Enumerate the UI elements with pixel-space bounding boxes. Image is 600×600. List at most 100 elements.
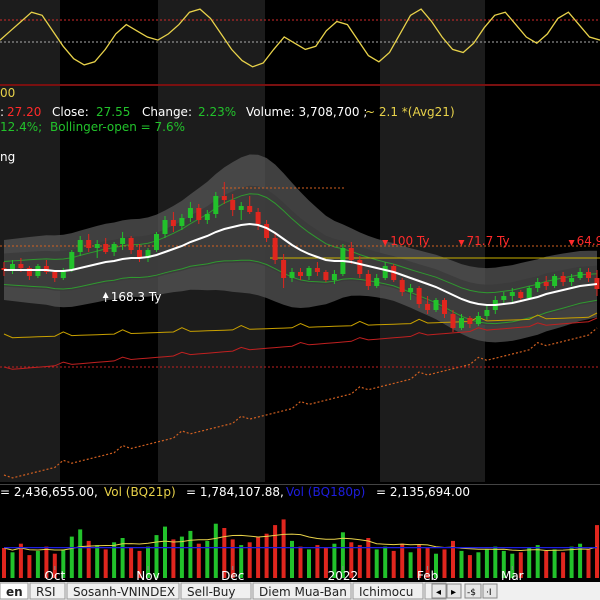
volume-bar [459, 550, 464, 578]
scroll-left-arrow-glyph: ◂ [436, 587, 441, 598]
panel-separator [0, 84, 600, 86]
candle-body [187, 208, 193, 218]
volume-bar [78, 529, 83, 578]
volume-bar [273, 525, 278, 578]
annotation-label-a1: 168.3 Ty [111, 290, 162, 304]
candle-body [535, 282, 541, 288]
candle-body [569, 278, 575, 282]
x-tick-label: Oct [44, 569, 65, 583]
candle-body [128, 238, 134, 250]
volume-bar [442, 549, 447, 578]
candle-body [162, 220, 168, 234]
candle-body [230, 200, 236, 210]
tab-label: Diem Mua-Ban [259, 585, 347, 599]
volume-bar [391, 550, 396, 578]
tab-label: Sell-Buy [187, 585, 236, 599]
candle-body [586, 272, 591, 278]
candle-body [560, 276, 566, 282]
volume-bar [103, 549, 108, 578]
candle-body [264, 224, 270, 238]
candle-body [18, 264, 24, 268]
volume-bar [561, 552, 566, 578]
volume-bar [569, 546, 574, 578]
stock-chart: 00 : 27.20 Close: 27.55 Change: 2.23% Vo… [0, 0, 600, 600]
candle-body [255, 212, 261, 224]
volume-bar [383, 546, 388, 578]
candle-body [475, 316, 481, 324]
candle-body [484, 310, 490, 316]
annotation-label-a2: 100 Ty [390, 234, 429, 248]
volume-bar [35, 550, 40, 578]
dollar-minus-glyph: -$ [467, 588, 476, 598]
volume-bar [366, 538, 371, 578]
volume-bar [484, 549, 489, 578]
candle-body [331, 274, 337, 280]
candle-body [213, 196, 219, 214]
volume-bar [10, 552, 15, 578]
volume-bar [357, 545, 362, 578]
candle-body [348, 248, 354, 260]
candle-body [298, 272, 303, 276]
candle-body [52, 272, 58, 278]
low-value: 27.20 [7, 105, 41, 119]
candle-body [501, 296, 507, 300]
volume-bar [544, 550, 549, 578]
candle-body [543, 282, 549, 286]
volume-bar [586, 549, 591, 578]
candle-body [365, 274, 371, 286]
price-panel: 168.3 Ty 100 Ty 71.7 Ty 64.9 Ty [0, 154, 600, 479]
candle-body [577, 272, 583, 278]
vol-bq21-value: = 1,784,107.88, [186, 485, 284, 499]
candle-body [120, 238, 126, 244]
volume-bar [69, 536, 74, 578]
candle-body [552, 276, 558, 286]
candle-body [416, 288, 422, 304]
candle-body [306, 268, 312, 276]
volume-bar [307, 549, 311, 578]
candle-body [526, 288, 532, 298]
volume-bar [179, 536, 184, 578]
candle-body [221, 196, 227, 200]
x-tick-label: Feb [417, 569, 438, 583]
annotation-label-a4: 64.9 Ty [577, 234, 600, 248]
volume-bar [129, 548, 134, 578]
volume-bar [408, 552, 413, 578]
x-tick-label: Dec [221, 569, 244, 583]
candle-body [442, 300, 447, 314]
volume-bar [315, 545, 320, 578]
candle-body [314, 268, 320, 272]
tab-bar: en RSI Sosanh-VNINDEX Sell-Buy Diem Mua-Ban I… [0, 582, 600, 600]
tab-bar-controls: ◂ ▸ -$ ·I [431, 583, 498, 599]
volume-bar [2, 548, 6, 578]
volume-bar [595, 525, 599, 578]
candle-body [281, 260, 287, 278]
vol-bq180-value: = 2,135,694.00 [376, 485, 470, 499]
bollinger-open: Bollinger-open = 7.6% [50, 120, 185, 134]
vol-value-1: = 2,436,655.00, [0, 485, 98, 499]
volume-bar [467, 555, 472, 578]
candle-body [289, 272, 295, 278]
candle-body [77, 240, 83, 252]
candle-body [179, 218, 185, 226]
volume-bar [374, 549, 379, 578]
volume-text: Volume: 3,708,700 ; [246, 105, 367, 119]
annotation-arrow-down [568, 240, 575, 246]
volume-bar [264, 533, 269, 578]
annotation-label-a3: 71.7 Ty [467, 234, 510, 248]
avg-text: ~ 2.1 *(Avg21) [365, 105, 455, 119]
x-tick-label: Mar [501, 569, 524, 583]
candle-body [357, 260, 363, 274]
volume-bar [196, 543, 201, 578]
volume-bar [298, 546, 303, 578]
candle-body [450, 314, 456, 328]
tab-label: RSI [36, 585, 56, 599]
volume-bar [27, 555, 32, 578]
candle-body [518, 292, 524, 298]
x-tick-label: Nov [136, 569, 159, 583]
volume-bar [527, 548, 532, 578]
candle-body [154, 234, 159, 250]
tab-label: en [6, 585, 23, 599]
candle-body [382, 266, 388, 278]
volume-bar [290, 540, 294, 578]
candle-body [86, 240, 92, 248]
